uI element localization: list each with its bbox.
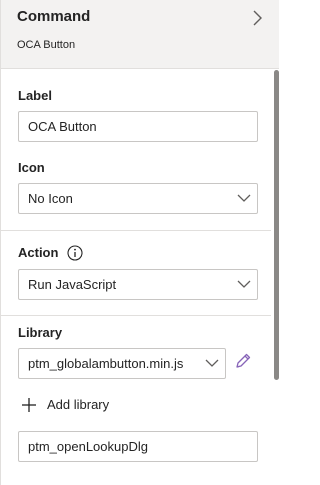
action-dropdown-value: Run JavaScript	[28, 277, 117, 292]
icon-dropdown[interactable]: No Icon	[18, 183, 258, 214]
chevron-down-icon	[237, 280, 251, 288]
panel-header: Command OCA Button	[1, 0, 279, 69]
command-properties-panel: Command OCA Button Label OCA Button Icon…	[0, 0, 279, 485]
chevron-down-icon	[237, 194, 251, 202]
library-dropdown-value: ptm_globalambutton.min.js	[28, 356, 184, 371]
section-divider	[1, 315, 271, 316]
plus-icon	[22, 398, 36, 412]
panel-title: Command	[17, 8, 91, 25]
library-field-label: Library	[18, 325, 63, 340]
action-dropdown[interactable]: Run JavaScript	[18, 269, 258, 300]
label-field-label: Label	[18, 88, 52, 103]
function-name-input[interactable]: ptm_openLookupDlg	[18, 431, 258, 462]
library-dropdown[interactable]: ptm_globalambutton.min.js	[18, 348, 226, 379]
chevron-down-icon	[205, 359, 219, 367]
info-icon[interactable]	[67, 245, 83, 261]
vertical-scrollbar[interactable]	[274, 70, 279, 380]
add-library-label: Add library	[47, 397, 110, 412]
panel-subtitle: OCA Button	[17, 39, 76, 51]
properties-scroll-area[interactable]: Label OCA Button Icon No Icon Action Run…	[1, 69, 279, 485]
pencil-icon[interactable]	[233, 351, 253, 371]
icon-dropdown-value: No Icon	[28, 191, 73, 206]
action-field-label: Action	[18, 245, 59, 260]
chevron-right-icon[interactable]	[250, 9, 264, 27]
icon-field-label: Icon	[18, 160, 45, 175]
label-input[interactable]: OCA Button	[18, 111, 258, 142]
section-divider	[1, 230, 271, 231]
